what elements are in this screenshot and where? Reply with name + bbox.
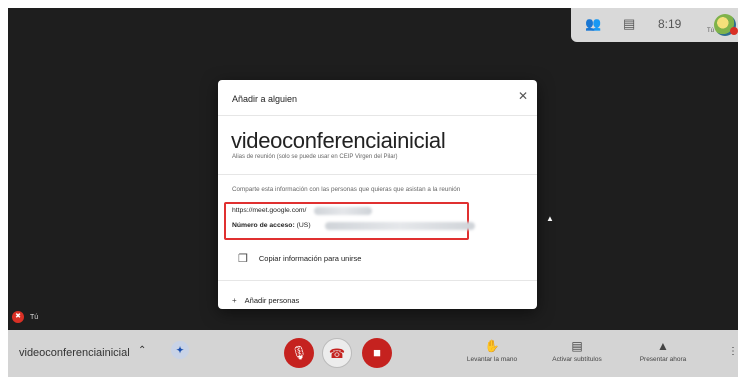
- meeting-alias-note: Alias de reunión (solo se puede usar en …: [232, 154, 398, 160]
- captions-label: Activar subtítulos: [552, 356, 602, 363]
- access-number-label: Número de acceso:: [232, 222, 295, 229]
- self-view-label: ✖ Tú: [12, 311, 38, 323]
- access-number-region: (US): [296, 222, 311, 229]
- copy-join-info-button[interactable]: ❐ Copiar información para unirse: [238, 252, 361, 265]
- present-now-button[interactable]: ▲ Presentar ahora: [628, 339, 698, 363]
- mic-off-badge-icon: [730, 27, 738, 35]
- raise-hand-button[interactable]: ✋ Levantar la mano: [456, 339, 528, 363]
- top-right-panel: 👥 ▤ 8:19 Tú: [571, 8, 738, 42]
- mic-off-icon: 🎙: [290, 345, 308, 360]
- meeting-url-prefix: https://meet.google.com/: [232, 207, 307, 214]
- add-people-label: Añadir personas: [244, 296, 300, 305]
- chevron-up-icon[interactable]: ⌃: [138, 345, 146, 356]
- add-people-dialog: Añadir a alguien ✕ videoconferenciainici…: [218, 80, 537, 309]
- people-icon[interactable]: 👥: [585, 16, 601, 32]
- hang-up-icon: ☎: [328, 346, 346, 361]
- present-now-label: Presentar ahora: [639, 356, 687, 363]
- shield-icon[interactable]: ✦: [171, 341, 189, 359]
- self-name: Tú: [30, 313, 39, 321]
- meeting-name-heading: videoconferenciainicial: [231, 128, 446, 153]
- redacted-meeting-code: [314, 207, 372, 215]
- chat-icon[interactable]: ▤: [623, 16, 635, 32]
- add-person-icon: +: [232, 296, 237, 305]
- share-info-text: Comparte esta información con las person…: [232, 186, 461, 193]
- more-options-icon[interactable]: ⋮: [728, 346, 738, 357]
- raise-hand-label: Levantar la mano: [466, 356, 518, 363]
- redacted-access-number: [325, 222, 475, 230]
- hand-icon: ✋: [484, 339, 500, 353]
- copy-icon: ❐: [238, 253, 248, 265]
- captions-button[interactable]: ▤ Activar subtítulos: [540, 339, 614, 363]
- mic-off-icon: ✖: [12, 311, 24, 323]
- leave-call-button[interactable]: ☎: [322, 338, 352, 368]
- dialog-title: Añadir a alguien: [232, 94, 298, 104]
- user-short-label: Tú: [707, 28, 715, 34]
- captions-icon: ▤: [571, 339, 583, 353]
- camera-off-icon: ■: [373, 345, 381, 360]
- clock-time: 8:19: [658, 17, 682, 31]
- dialog-header: Añadir a alguien ✕: [218, 80, 537, 116]
- meeting-details-label[interactable]: videoconferenciainicial: [19, 347, 130, 359]
- camera-toggle-button[interactable]: ■: [362, 338, 392, 368]
- meeting-url[interactable]: https://meet.google.com/: [232, 207, 306, 214]
- close-icon[interactable]: ✕: [518, 90, 528, 102]
- divider: [218, 174, 537, 175]
- mouse-cursor-icon: ▲: [546, 214, 554, 223]
- divider: [218, 280, 537, 281]
- mic-toggle-button[interactable]: 🎙: [284, 338, 314, 368]
- bottom-control-bar: videoconferenciainicial ⌃ ✦ 🎙 ☎ ■ ✋ Leva…: [8, 330, 738, 377]
- video-stage: 👥 ▤ 8:19 Tú ✖ Tú ▲ Añadir a alguien ✕ vi…: [8, 8, 738, 377]
- copy-join-info-label: Copiar información para unirse: [258, 254, 362, 263]
- access-number: Número de acceso: (US): [232, 222, 311, 229]
- present-icon: ▲: [657, 339, 669, 353]
- add-people-button[interactable]: + Añadir personas: [232, 296, 299, 305]
